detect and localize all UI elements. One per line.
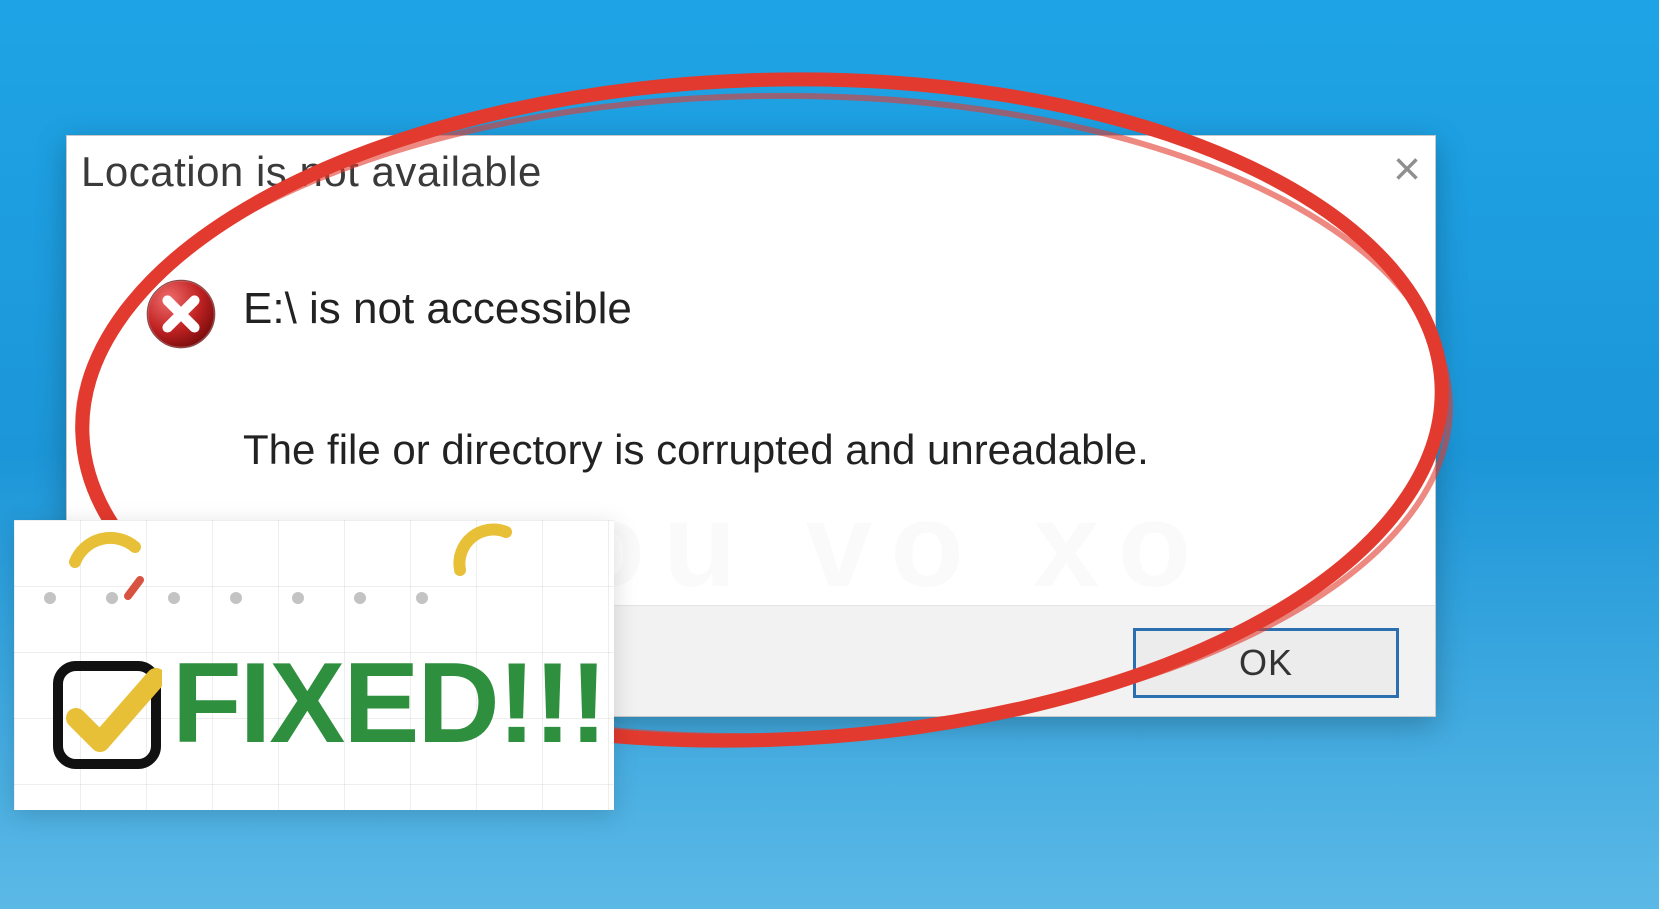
confetti-icon xyxy=(122,568,162,608)
checkmark-box-icon xyxy=(52,660,162,770)
close-icon[interactable]: × xyxy=(1393,142,1421,197)
badge-dots xyxy=(44,592,428,604)
fixed-label: FIXED!!! xyxy=(172,638,606,769)
dialog-title: Location is not available xyxy=(81,148,542,196)
confetti-icon xyxy=(436,502,526,592)
error-body: The file or directory is corrupted and u… xyxy=(243,426,1149,474)
error-icon xyxy=(145,278,217,350)
ok-button[interactable]: OK xyxy=(1133,628,1399,698)
error-heading: E:\ is not accessible xyxy=(243,284,632,334)
fixed-badge: FIXED!!! xyxy=(14,520,614,810)
